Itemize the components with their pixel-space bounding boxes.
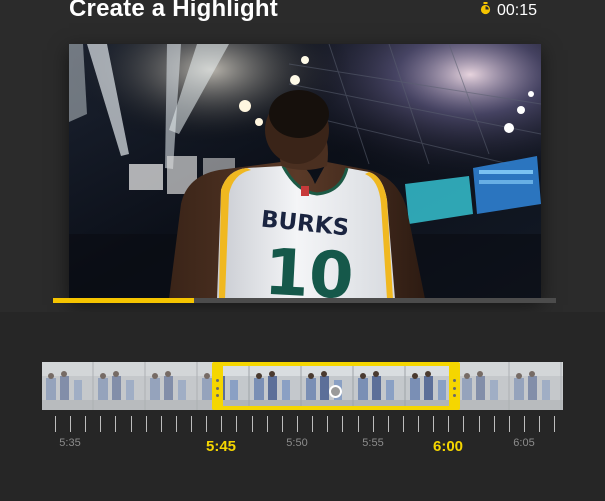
trim-end-handle[interactable]	[449, 379, 460, 397]
ruler-tick	[433, 416, 434, 432]
ruler-tick	[282, 416, 283, 432]
ruler-tick	[418, 416, 419, 432]
ruler-tick	[252, 416, 253, 432]
filmstrip-unselected-overlay	[42, 362, 213, 410]
ruler-tick	[221, 416, 222, 432]
ruler-tick	[100, 416, 101, 432]
ruler-tick	[342, 416, 343, 432]
ruler-tick	[55, 416, 56, 432]
timeline-ruler[interactable]: 5:35 5:45 5:50 5:55 6:00 6:05	[0, 412, 605, 472]
ruler-tick	[509, 416, 510, 432]
ruler-tick	[358, 416, 359, 432]
playback-progress-fill	[53, 298, 194, 303]
selection-time-label: 5:45	[205, 438, 237, 455]
ruler-tick	[161, 416, 162, 432]
ruler-tick	[479, 416, 480, 432]
ruler-tick	[85, 416, 86, 432]
page-title: Create a Highlight	[69, 0, 278, 22]
ruler-time-label: 5:35	[59, 437, 81, 449]
ruler-tick	[115, 416, 116, 432]
ruler-tick	[524, 416, 525, 432]
playhead-knob[interactable]	[329, 385, 342, 398]
ruler-tick	[448, 416, 449, 432]
clip-selection-range[interactable]	[212, 362, 460, 410]
video-preview[interactable]: BURKS 10	[69, 44, 541, 299]
video-play-area[interactable]	[69, 44, 541, 299]
ruler-tick	[539, 416, 540, 432]
selection-time-label: 6:00	[432, 438, 464, 455]
ruler-time-label: 5:55	[362, 437, 384, 449]
trim-start-handle[interactable]	[212, 379, 223, 397]
ruler-tick	[297, 416, 298, 432]
ruler-time-label: 6:05	[513, 437, 535, 449]
ruler-tick	[191, 416, 192, 432]
ruler-tick	[236, 416, 237, 432]
timer-text: 00:15	[497, 2, 538, 19]
ruler-tick	[554, 416, 555, 432]
ruler-tick	[373, 416, 374, 432]
stopwatch-icon	[480, 2, 491, 20]
filmstrip-unselected-overlay	[460, 362, 563, 410]
ruler-tick	[494, 416, 495, 432]
ruler-tick	[146, 416, 147, 432]
ruler-tick	[312, 416, 313, 432]
ruler-tick	[267, 416, 268, 432]
ruler-tick	[403, 416, 404, 432]
ruler-tick	[70, 416, 71, 432]
ruler-tick	[388, 416, 389, 432]
playback-progress-bar[interactable]	[53, 298, 556, 303]
ruler-time-label: 5:50	[286, 437, 308, 449]
ruler-tick	[327, 416, 328, 432]
ruler-tick	[206, 416, 207, 432]
ruler-tick	[176, 416, 177, 432]
ruler-tick	[131, 416, 132, 432]
duration-timer: 00:15	[480, 2, 537, 20]
ruler-tick	[463, 416, 464, 432]
